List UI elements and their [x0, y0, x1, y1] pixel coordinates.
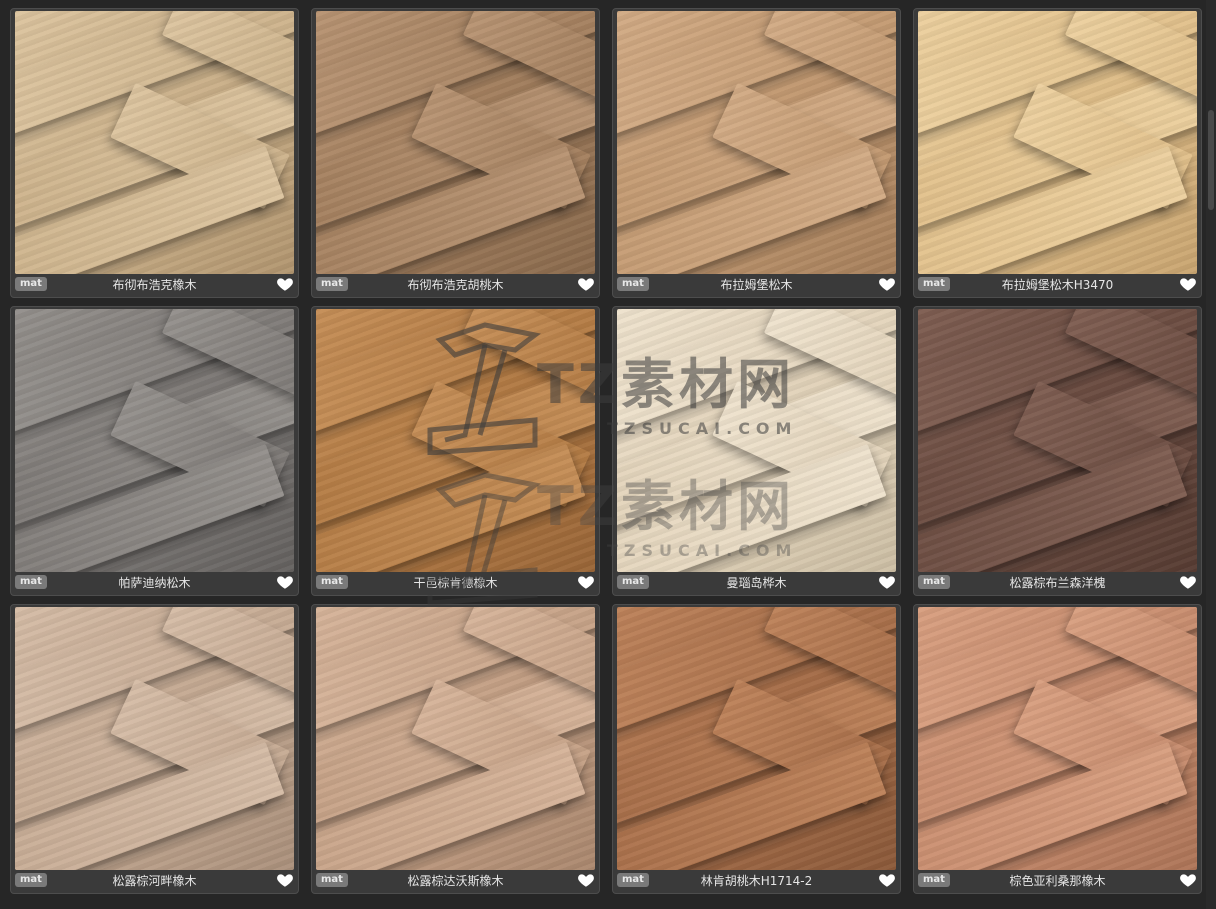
material-tile[interactable]: mat 松露棕达沃斯橡木 — [311, 604, 600, 894]
heart-icon[interactable] — [878, 573, 896, 591]
material-grid: mat 布彻布浩克橡木 mat 布彻布浩克胡桃木 mat 布拉姆堡松木 mat 布拉姆堡松木H… — [10, 8, 1202, 894]
material-tile[interactable]: mat 干邑棕肯德橡木 — [311, 306, 600, 596]
scrollbar[interactable] — [1206, 0, 1216, 909]
material-name: 曼瑙岛桦木 — [726, 576, 787, 590]
tile-caption: mat 松露棕达沃斯橡木 — [312, 869, 599, 893]
heart-shape — [277, 278, 293, 291]
material-tile[interactable]: mat 曼瑙岛桦木 — [612, 306, 901, 596]
heart-icon[interactable] — [276, 275, 294, 293]
material-thumbnail[interactable] — [617, 607, 896, 870]
material-tile[interactable]: mat 布拉姆堡松木H3470 — [913, 8, 1202, 298]
material-name: 布拉姆堡松木H3470 — [1001, 278, 1114, 292]
material-name: 帕萨迪纳松木 — [118, 576, 191, 590]
heart-shape — [879, 278, 895, 291]
heart-icon[interactable] — [878, 275, 896, 293]
material-thumbnail[interactable] — [617, 11, 896, 274]
material-thumbnail[interactable] — [15, 309, 294, 572]
material-thumbnail[interactable] — [15, 607, 294, 870]
material-tile[interactable]: mat 松露棕河畔橡木 — [10, 604, 299, 894]
heart-shape — [578, 278, 594, 291]
material-name: 布彻布浩克胡桃木 — [407, 278, 504, 292]
material-name: 棕色亚利桑那橡木 — [1009, 874, 1106, 888]
material-thumbnail[interactable] — [316, 309, 595, 572]
tile-caption: mat 干邑棕肯德橡木 — [312, 571, 599, 595]
tile-caption: mat 布拉姆堡松木 — [613, 273, 900, 297]
material-tile[interactable]: mat 布彻布浩克胡桃木 — [311, 8, 600, 298]
heart-icon[interactable] — [1179, 871, 1197, 889]
tile-caption: mat 帕萨迪纳松木 — [11, 571, 298, 595]
scrollbar-thumb[interactable] — [1208, 110, 1214, 210]
heart-shape — [578, 576, 594, 589]
heart-shape — [1180, 278, 1196, 291]
material-name: 林肯胡桃木H1714-2 — [700, 874, 813, 888]
material-name: 松露棕布兰森洋槐 — [1009, 576, 1106, 590]
material-tile[interactable]: mat 林肯胡桃木H1714-2 — [612, 604, 901, 894]
heart-icon[interactable] — [276, 871, 294, 889]
material-name: 松露棕河畔橡木 — [112, 874, 197, 888]
material-thumbnail[interactable] — [316, 607, 595, 870]
material-thumbnail[interactable] — [918, 11, 1197, 274]
material-thumbnail[interactable] — [918, 309, 1197, 572]
material-tile[interactable]: mat 松露棕布兰森洋槐 — [913, 306, 1202, 596]
material-thumbnail[interactable] — [15, 11, 294, 274]
tile-caption: mat 松露棕布兰森洋槐 — [914, 571, 1201, 595]
heart-shape — [1180, 874, 1196, 887]
material-name: 布彻布浩克橡木 — [112, 278, 197, 292]
heart-icon[interactable] — [577, 871, 595, 889]
material-thumbnail[interactable] — [316, 11, 595, 274]
tile-caption: mat 棕色亚利桑那橡木 — [914, 869, 1201, 893]
heart-icon[interactable] — [1179, 573, 1197, 591]
heart-icon[interactable] — [577, 573, 595, 591]
material-tile[interactable]: mat 布拉姆堡松木 — [612, 8, 901, 298]
tile-caption: mat 林肯胡桃木H1714-2 — [613, 869, 900, 893]
material-tile[interactable]: mat 布彻布浩克橡木 — [10, 8, 299, 298]
heart-shape — [578, 874, 594, 887]
heart-shape — [879, 576, 895, 589]
heart-shape — [277, 576, 293, 589]
tile-caption: mat 曼瑙岛桦木 — [613, 571, 900, 595]
heart-icon[interactable] — [1179, 275, 1197, 293]
material-thumbnail[interactable] — [617, 309, 896, 572]
heart-shape — [1180, 576, 1196, 589]
material-tile[interactable]: mat 棕色亚利桑那橡木 — [913, 604, 1202, 894]
material-tile[interactable]: mat 帕萨迪纳松木 — [10, 306, 299, 596]
heart-icon[interactable] — [577, 275, 595, 293]
heart-icon[interactable] — [276, 573, 294, 591]
tile-caption: mat 布拉姆堡松木H3470 — [914, 273, 1201, 297]
heart-shape — [277, 874, 293, 887]
heart-shape — [879, 874, 895, 887]
tile-caption: mat 布彻布浩克胡桃木 — [312, 273, 599, 297]
material-name: 松露棕达沃斯橡木 — [407, 874, 504, 888]
material-thumbnail[interactable] — [918, 607, 1197, 870]
material-name: 布拉姆堡松木 — [720, 278, 793, 292]
tile-caption: mat 布彻布浩克橡木 — [11, 273, 298, 297]
tile-caption: mat 松露棕河畔橡木 — [11, 869, 298, 893]
heart-icon[interactable] — [878, 871, 896, 889]
material-name: 干邑棕肯德橡木 — [413, 576, 498, 590]
